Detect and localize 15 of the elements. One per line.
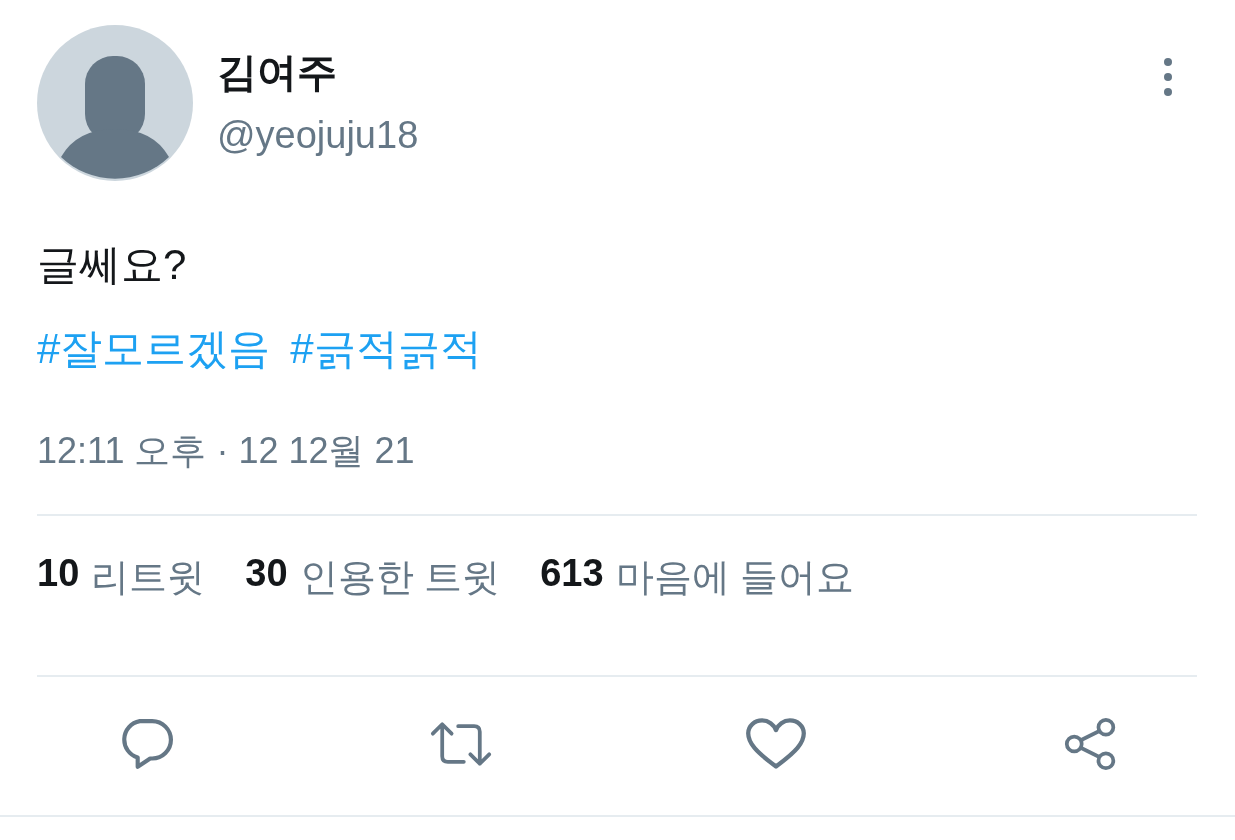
tweet-timestamp: 12:11 오후 · 12 12월 21	[37, 429, 415, 473]
heart-icon[interactable]	[745, 717, 807, 771]
stat-label[interactable]: 인용한 트윗	[299, 552, 501, 603]
stat-label[interactable]: 마음에 들어요	[615, 552, 855, 603]
author-handle: @yeojuju18	[217, 114, 419, 157]
stat-count[interactable]: 613	[540, 552, 604, 603]
stat-label[interactable]: 리트윗	[91, 552, 206, 603]
author-name: 김여주	[217, 49, 337, 96]
stat-count[interactable]: 30	[245, 552, 288, 603]
more-icon[interactable]	[1162, 57, 1174, 97]
hashtag-link[interactable]: #잘모르겠음	[37, 321, 271, 377]
stat-count[interactable]: 10	[37, 552, 80, 603]
hashtag-link[interactable]: #긁적긁적	[290, 321, 482, 377]
tweet-text: 글쎄요?	[37, 240, 187, 290]
avatar-icon	[37, 25, 193, 181]
